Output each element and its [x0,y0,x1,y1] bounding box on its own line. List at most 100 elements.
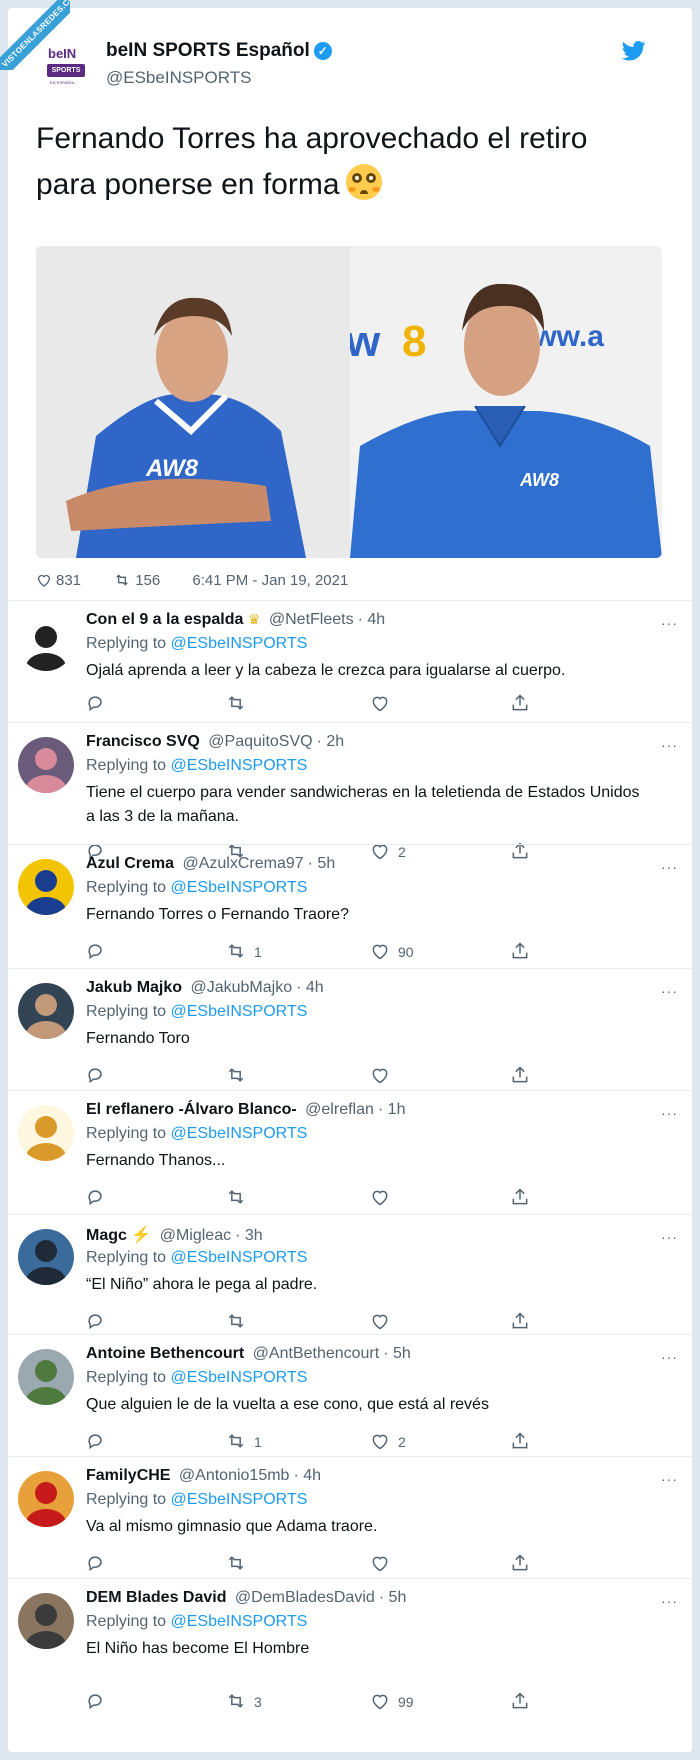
reply-button[interactable] [86,1187,106,1207]
reply-time[interactable]: · 3h [235,1227,263,1244]
reply-author-name[interactable]: Azul Crema [86,855,174,872]
retweet-button[interactable] [226,1187,254,1207]
like-button[interactable]: 99 [370,1691,414,1711]
like-button[interactable] [370,1311,398,1331]
avatar[interactable] [18,1229,74,1285]
reply-time[interactable]: · 5h [383,1345,411,1362]
tweet-media[interactable]: AW8 w 8 www.a AW8 [36,246,662,558]
reply-author-handle[interactable]: @DemBladesDavid [230,1589,375,1606]
avatar[interactable] [18,737,74,793]
like-button[interactable]: 2 [370,1431,406,1451]
author-name[interactable]: beIN SPORTS Español ✓ [106,40,332,62]
reply-item[interactable]: Azul Crema @AzulxCrema97 · 5h Replying to … [8,844,692,968]
reply-author-handle[interactable]: @PaquitoSVQ [204,733,312,750]
more-options-icon[interactable]: ··· [661,859,678,875]
reply-item[interactable]: DEM Blades David @DemBladesDavid · 5h Repl… [8,1578,692,1744]
reply-mention[interactable]: @ESbeINSPORTS [171,879,308,896]
retweet-button[interactable]: 3 [226,1691,262,1711]
share-button[interactable] [510,1065,530,1085]
retweet-button[interactable]: 1 [226,941,262,961]
share-button[interactable] [510,1691,530,1711]
reply-mention[interactable]: @ESbeINSPORTS [171,1369,308,1386]
retweet-button[interactable] [226,1553,254,1573]
reply-author-handle[interactable]: @AntBethencourt [248,1345,380,1362]
reply-time[interactable]: · 2h [317,733,345,750]
photo-torres-crossed-arms[interactable]: AW8 [36,246,348,558]
reply-time[interactable]: · 5h [308,855,336,872]
share-button[interactable] [510,693,530,713]
reply-mention[interactable]: @ESbeINSPORTS [171,635,308,652]
tweet-timestamp[interactable]: 6:41 PM - Jan 19, 2021 [192,572,348,589]
reply-time[interactable]: · 5h [379,1589,407,1606]
like-button[interactable] [370,1553,398,1573]
reply-time[interactable]: · 4h [296,979,324,996]
more-options-icon[interactable]: ··· [661,737,678,753]
like-button[interactable]: 90 [370,941,414,961]
retweet-button[interactable] [226,1311,254,1331]
avatar[interactable] [18,983,74,1039]
likes-count[interactable]: 831 [36,572,95,589]
reply-button[interactable] [86,693,106,713]
more-options-icon[interactable]: ··· [661,1593,678,1609]
reply-author-handle[interactable]: @Migleac [155,1227,231,1244]
reply-item[interactable]: El reflanero -Álvaro Blanco- @elreflan · … [8,1090,692,1214]
reply-author-name[interactable]: FamilyCHE [86,1467,170,1484]
reply-item[interactable]: FamilyCHE @Antonio15mb · 4h Replying to @E… [8,1456,692,1578]
like-button[interactable] [370,1065,398,1085]
reply-time[interactable]: · 4h [293,1467,321,1484]
reply-author-handle[interactable]: @JakubMajko [186,979,292,996]
reply-mention[interactable]: @ESbeINSPORTS [171,1249,308,1266]
photo-torres-polo-shirt[interactable]: w 8 www.a AW8 [350,246,662,558]
reply-item[interactable]: Con el 9 a la espalda ♛ @NetFleets · 4h Re… [8,600,692,722]
reply-mention[interactable]: @ESbeINSPORTS [171,1003,308,1020]
share-button[interactable] [510,1311,530,1331]
twitter-bird-icon[interactable] [622,40,646,62]
avatar[interactable] [18,1471,74,1527]
reply-author-name[interactable]: Jakub Majko [86,979,182,996]
reply-author-name[interactable]: Magc [86,1227,127,1244]
retweet-button[interactable] [226,1065,254,1085]
avatar[interactable] [18,1593,74,1649]
reply-author-name[interactable]: Antoine Bethencourt [86,1345,244,1362]
reply-button[interactable] [86,1553,106,1573]
reply-mention[interactable]: @ESbeINSPORTS [171,1491,308,1508]
share-button[interactable] [510,1553,530,1573]
reply-mention[interactable]: @ESbeINSPORTS [171,1613,308,1630]
more-options-icon[interactable]: ··· [661,1349,678,1365]
more-options-icon[interactable]: ··· [661,1229,678,1245]
reply-time[interactable]: · 4h [358,611,386,628]
reply-mention[interactable]: @ESbeINSPORTS [171,757,308,774]
reply-author-handle[interactable]: @elreflan [301,1101,374,1118]
reply-mention[interactable]: @ESbeINSPORTS [171,1125,308,1142]
reply-button[interactable] [86,1311,106,1331]
share-button[interactable] [510,1431,530,1451]
reply-item[interactable]: Antoine Bethencourt @AntBethencourt · 5h R… [8,1334,692,1456]
reply-item[interactable]: Francisco SVQ @PaquitoSVQ · 2h Replying to… [8,722,692,860]
reply-button[interactable] [86,1431,106,1451]
more-options-icon[interactable]: ··· [661,983,678,999]
avatar[interactable] [18,1105,74,1161]
more-options-icon[interactable]: ··· [661,615,678,631]
retweet-button[interactable]: 1 [226,1431,262,1451]
reply-author-name[interactable]: Francisco SVQ [86,733,200,750]
share-button[interactable] [510,941,530,961]
avatar[interactable] [18,615,74,671]
reply-button[interactable] [86,941,106,961]
more-options-icon[interactable]: ··· [661,1471,678,1487]
retweets-count[interactable]: 156 [113,572,174,589]
reply-author-handle[interactable]: @AzulxCrema97 [178,855,303,872]
avatar[interactable] [18,859,74,915]
share-button[interactable] [510,1187,530,1207]
reply-item[interactable]: Magc ⚡ @Migleac · 3h Replying to @ESbeINSP… [8,1214,692,1334]
reply-button[interactable] [86,1065,106,1085]
reply-author-handle[interactable]: @Antonio15mb [174,1467,290,1484]
reply-author-name[interactable]: Con el 9 a la espalda [86,611,243,628]
reply-button[interactable] [86,1691,106,1711]
like-button[interactable] [370,1187,398,1207]
reply-time[interactable]: · 1h [378,1101,406,1118]
more-options-icon[interactable]: ··· [661,1105,678,1121]
reply-author-name[interactable]: El reflanero -Álvaro Blanco- [86,1101,297,1118]
like-button[interactable] [370,693,398,713]
reply-item[interactable]: Jakub Majko @JakubMajko · 4h Replying to @… [8,968,692,1090]
author-handle[interactable]: @ESbeINSPORTS [106,68,251,88]
